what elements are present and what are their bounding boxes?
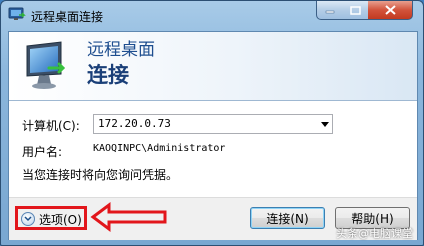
remote-desktop-window: 远程桌面连接 远程桌面 连接 计算机(C): 172.20.0.73 用户名: … [0,0,424,246]
computer-value: 172.20.0.73 [98,117,171,130]
maximize-icon [349,5,361,15]
dropdown-arrow-icon[interactable] [321,122,329,127]
left-arrow-icon [90,202,167,232]
chevron-down-icon[interactable] [21,212,35,226]
username-label: 用户名: [22,145,63,159]
window-title: 远程桌面连接 [31,10,104,24]
computer-combobox[interactable]: 172.20.0.73 [93,114,333,134]
options-highlight-box: 选项(O) [15,206,87,230]
close-button[interactable] [368,1,413,20]
monitor-connection-icon [26,41,66,89]
computer-label: 计算机(C): [22,119,80,133]
header-subtitle: 连接 [87,63,129,87]
remote-desktop-icon [8,7,26,20]
credentials-note: 当您连接时将向您询问凭据。 [22,168,179,182]
minimize-icon [325,10,334,14]
title-bar[interactable]: 远程桌面连接 [1,1,423,31]
header-banner: 远程桌面 连接 [9,32,417,101]
options-label[interactable]: 选项(O) [39,211,82,228]
minimize-button[interactable] [316,1,343,20]
maximize-button[interactable] [342,1,369,20]
watermark: 头条@电脑课堂 [336,227,413,240]
options-toggle[interactable]: 选项(O) [21,211,82,227]
close-icon [384,5,396,15]
username-value: KAOQINPC\Administrator [93,143,226,154]
header-title: 远程桌面 [87,40,155,60]
connect-button[interactable]: 连接(N) [250,207,325,229]
dialog-content: 远程桌面 连接 计算机(C): 172.20.0.73 用户名: KAOQINP… [8,31,418,240]
